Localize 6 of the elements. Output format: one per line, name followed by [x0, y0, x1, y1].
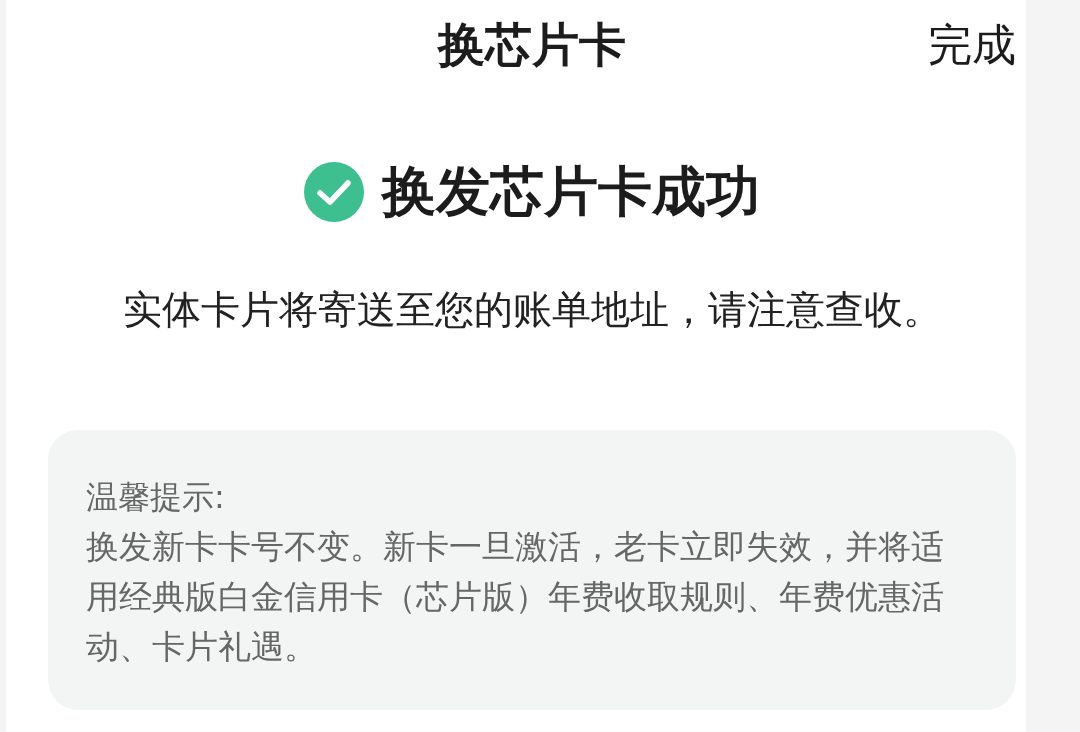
tip-text: 换发新卡卡号不变。新卡一旦激活，老卡立即失效，并将适用经典版白金信用卡（芯片版）年费收取规则、年费优惠活动、卡片礼遇。	[86, 526, 945, 668]
page-title: 换芯片卡	[438, 17, 626, 73]
done-button[interactable]: 完成	[928, 20, 1016, 70]
result-title: 换发芯片卡成功	[382, 162, 760, 222]
result-message: 实体卡片将寄送至您的账单地址，请注意查收。	[122, 286, 942, 334]
tip-title: 温馨提示:	[86, 477, 226, 518]
